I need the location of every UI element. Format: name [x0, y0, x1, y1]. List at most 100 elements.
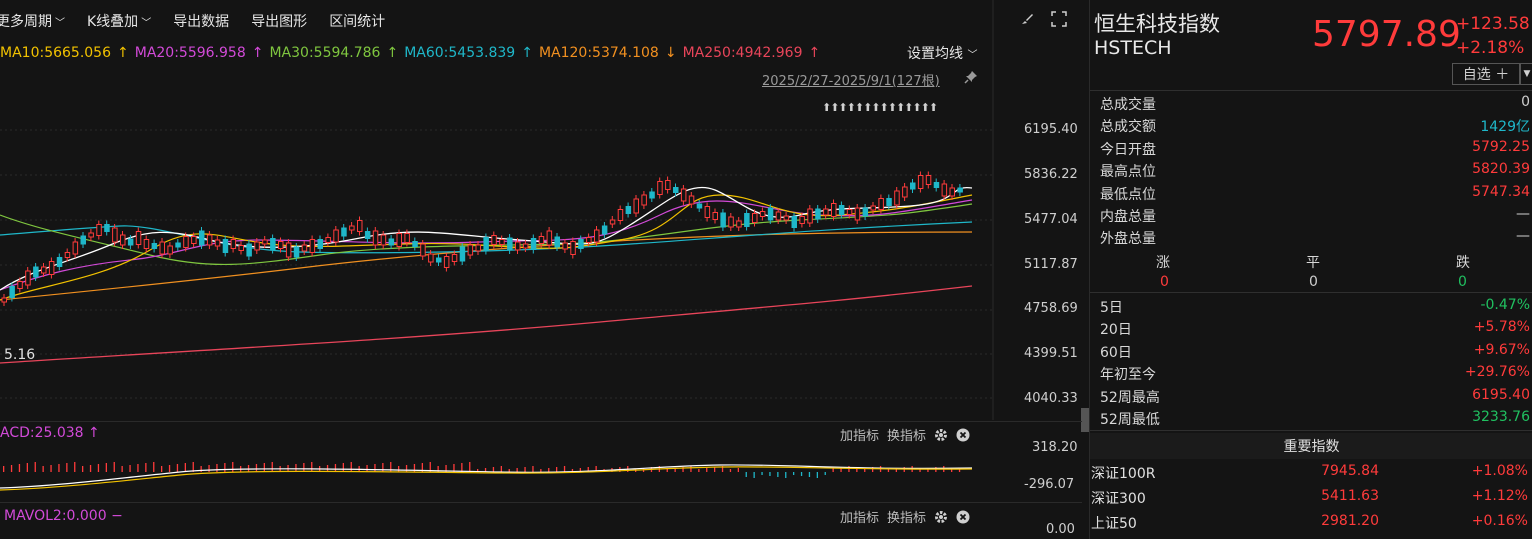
- macd-axis-top: 318.20: [1032, 440, 1078, 455]
- performance-label: 52周最低: [1100, 412, 1160, 428]
- gear-icon[interactable]: [934, 428, 948, 442]
- macd-bar: [816, 472, 818, 478]
- macd-bar: [706, 468, 708, 472]
- index-price: 2981.20: [1321, 513, 1379, 529]
- candles: [1, 171, 963, 306]
- low-marker: 5.16: [4, 347, 36, 363]
- candle-body: [759, 211, 766, 217]
- candle-body: [941, 183, 948, 197]
- candle-body: [657, 181, 663, 195]
- candle-body: [293, 246, 300, 258]
- stat-label: 总成交量: [1100, 97, 1156, 113]
- candle-body: [246, 243, 252, 257]
- macd-bar: [382, 463, 384, 472]
- candle-body: [546, 230, 553, 246]
- macd-bar: [350, 462, 352, 472]
- candle-body: [33, 266, 39, 278]
- candle-body: [349, 225, 355, 231]
- stat-row: 今日开盘 5792.25: [1100, 139, 1530, 161]
- switch-indicator-button[interactable]: 换指标: [887, 425, 926, 444]
- stat-value: 0: [1521, 94, 1530, 110]
- performance-label: 20日: [1100, 322, 1132, 339]
- macd-bar: [153, 462, 155, 472]
- macd-bar: [856, 469, 858, 472]
- macd-bar: [42, 466, 44, 472]
- index-row[interactable]: 上证50 2981.20 +0.16%: [1090, 513, 1532, 537]
- candle-body: [459, 246, 466, 262]
- macd-chart[interactable]: [0, 448, 994, 508]
- candle-body: [151, 243, 158, 249]
- stat-row: 最低点位 5747.34: [1100, 184, 1530, 206]
- macd-bar: [82, 466, 84, 472]
- candle-body: [775, 211, 782, 221]
- down-count-label: 跌: [1456, 255, 1470, 271]
- candle-body: [80, 235, 86, 245]
- candle-body: [230, 239, 237, 249]
- performance-row: 52周最高 6195.40: [1100, 387, 1530, 409]
- macd-bar: [232, 462, 234, 472]
- candle-body: [17, 281, 23, 289]
- macd-bar: [10, 465, 13, 472]
- gear-icon[interactable]: [934, 510, 948, 524]
- quote-panel: 恒生科技指数 HSTECH 5797.89 +123.58 +2.18% 自选 …: [1089, 0, 1532, 539]
- macd-bar: [184, 463, 186, 472]
- candle-body: [578, 239, 584, 249]
- candle-body: [309, 239, 316, 253]
- candle-body: [238, 245, 244, 251]
- performance-value: +5.78%: [1473, 319, 1530, 336]
- chart-area[interactable]: 更多周期 ﹀ K线叠加 ﹀ 导出数据 导出图形 区间统计 MA10:5665.056…: [0, 0, 1089, 539]
- candle-body: [633, 198, 639, 214]
- candle-body: [507, 237, 513, 251]
- switch-indicator-button[interactable]: 换指标: [887, 507, 926, 526]
- macd-bar: [532, 466, 534, 472]
- candle-body: [767, 207, 774, 221]
- add-indicator-button[interactable]: 加指标: [840, 507, 879, 526]
- candle-body: [491, 235, 497, 245]
- candle-body: [112, 227, 118, 243]
- candle-body: [341, 227, 347, 237]
- candle-body: [838, 205, 845, 215]
- candle-body: [127, 238, 134, 246]
- performance-row: 60日 +9.67%: [1100, 342, 1530, 364]
- close-icon[interactable]: [956, 428, 970, 442]
- macd-bar: [398, 466, 400, 472]
- index-row[interactable]: 深证100R 7945.84 +1.08%: [1090, 463, 1532, 487]
- candlestick-chart[interactable]: [0, 0, 1082, 420]
- candle-body: [807, 208, 813, 224]
- candle-body: [925, 175, 932, 185]
- candle-body: [530, 238, 537, 250]
- macd-bar: [714, 467, 716, 472]
- close-icon[interactable]: [956, 510, 970, 524]
- candle-body: [357, 220, 363, 232]
- add-indicator-button[interactable]: 加指标: [840, 425, 879, 444]
- vol-arrow: −: [111, 508, 123, 524]
- candle-body: [285, 242, 292, 258]
- candle-body: [175, 242, 181, 248]
- candle-body: [396, 233, 402, 247]
- candle-body: [9, 286, 15, 298]
- index-name: 上证50: [1091, 516, 1137, 532]
- stat-value: —: [1516, 206, 1530, 222]
- price-axis-label: 6195.40: [1024, 122, 1078, 137]
- panel-divider: [0, 502, 1082, 503]
- candle-body: [467, 244, 474, 256]
- candle-body: [665, 180, 671, 190]
- macd-bar: [516, 468, 518, 472]
- candle-body: [428, 253, 434, 263]
- chart-scrollbar[interactable]: [1081, 408, 1089, 432]
- watchlist-dropdown[interactable]: ▼: [1520, 63, 1532, 85]
- candle-body: [412, 241, 418, 247]
- macd-bar: [729, 469, 732, 472]
- macd-bar: [808, 472, 811, 477]
- add-watchlist-button[interactable]: 自选 ＋: [1452, 63, 1520, 85]
- candle-body: [475, 244, 481, 252]
- macd-bar: [334, 464, 337, 472]
- candle-body: [601, 225, 608, 235]
- candle-body: [949, 187, 955, 197]
- candle-body: [41, 266, 47, 274]
- macd-bar: [374, 464, 376, 472]
- performance-value: +29.76%: [1464, 364, 1530, 381]
- candle-body: [625, 206, 632, 214]
- index-row[interactable]: 深证300 5411.63 +1.12%: [1090, 488, 1532, 512]
- performance-value: +9.67%: [1473, 341, 1530, 358]
